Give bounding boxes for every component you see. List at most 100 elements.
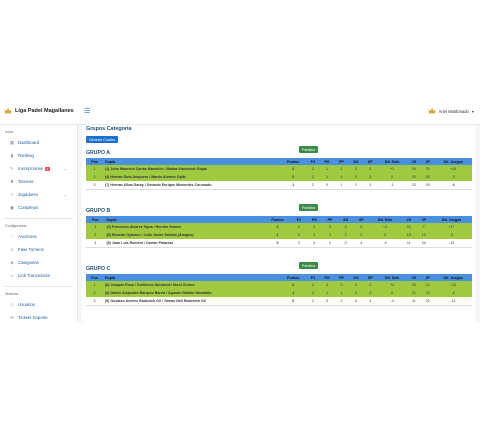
- column-header[interactable]: Dupla: [102, 274, 281, 281]
- sidebar: Inicio ▦ Dashboard ▮ Ranking ✎ Inscripciones 4 ⌄…: [0, 125, 78, 322]
- table-cell-pg: 0: [306, 239, 323, 248]
- table-cell-pj: 2: [306, 173, 320, 181]
- brand[interactable]: Liga Padel Magallanes: [4, 107, 74, 115]
- table-row: 3 (7) Hernan Ulloa Garay / Gerardo Enriqu…: [86, 181, 472, 190]
- table-cell-dupla: (3) Daniel Alejandro Barquez Barria / Ag…: [102, 289, 281, 297]
- chevron-down-icon: ▾: [471, 108, 474, 114]
- table-cell-puntos: 2: [263, 223, 292, 231]
- table-cell-sg: 2: [348, 289, 364, 297]
- column-header[interactable]: JG: [406, 274, 421, 281]
- sidebar-item-ascensos[interactable]: ↑ Ascensos: [0, 230, 77, 243]
- page-title: Grupos Categoria: [86, 126, 132, 132]
- table-cell-dj: -2: [434, 289, 472, 297]
- column-header[interactable]: JP: [420, 158, 435, 165]
- column-header[interactable]: JG: [401, 216, 417, 223]
- column-header[interactable]: Dupla: [104, 216, 264, 223]
- column-header[interactable]: PG: [319, 158, 335, 165]
- sidebar-item-usuarios[interactable]: ☺ Usuarios: [0, 298, 77, 311]
- table-cell-pj: 2: [306, 181, 320, 190]
- column-header[interactable]: Pos: [86, 274, 103, 281]
- column-header[interactable]: Pos: [86, 158, 103, 165]
- column-header[interactable]: Puntos: [280, 158, 307, 165]
- chevron-down-icon: ⌄: [63, 192, 67, 197]
- sidebar-item-ranking[interactable]: ▮ Ranking: [0, 149, 77, 162]
- column-header[interactable]: SG: [337, 216, 354, 223]
- column-header[interactable]: PP: [334, 274, 349, 281]
- generate-bracket-button[interactable]: Generar Cuadro: [86, 136, 118, 143]
- column-header[interactable]: SG: [348, 274, 364, 281]
- table-cell-pj: 2: [291, 239, 307, 248]
- table-cell-pg: 0: [319, 181, 335, 190]
- matches-button[interactable]: Partidos: [299, 146, 319, 153]
- sidebar-item-tickets-soporte[interactable]: ✉ Tickets Soporte: [0, 311, 77, 324]
- column-header[interactable]: PG: [319, 274, 335, 281]
- table-cell-sp: 4: [353, 239, 370, 248]
- user-menu[interactable]: Ariel Maldonado ▾: [428, 107, 474, 115]
- column-header[interactable]: PJ: [306, 274, 320, 281]
- group-title: GRUPO C: [86, 266, 111, 272]
- column-header[interactable]: Dif. Sets: [377, 158, 407, 165]
- column-header[interactable]: Puntos: [280, 274, 307, 281]
- column-header[interactable]: SG: [348, 158, 364, 165]
- column-header[interactable]: Dupla: [102, 158, 281, 165]
- sidebar-item-inscripciones[interactable]: ✎ Inscripciones 4 ⌄: [0, 162, 77, 175]
- column-header[interactable]: Dif. Juegos: [431, 216, 472, 223]
- table-cell-jg: 11: [401, 239, 417, 248]
- column-header[interactable]: Puntos: [263, 216, 292, 223]
- sidebar-item-torneos[interactable]: ♜ Torneos: [0, 175, 77, 188]
- matches-button[interactable]: Partidos: [299, 262, 319, 269]
- column-header[interactable]: PP: [322, 216, 338, 223]
- matches-button[interactable]: Partidos: [299, 204, 319, 211]
- table-cell-pg: 1: [319, 165, 335, 173]
- sidebar-item-dashboard[interactable]: ▦ Dashboard: [0, 136, 77, 149]
- table-cell-dupla: (7) Hernan Ulloa Garay / Gerardo Enrique…: [102, 181, 281, 190]
- column-header[interactable]: JP: [420, 274, 435, 281]
- sidebar-item-categorias[interactable]: ◈ Categorias: [0, 256, 77, 269]
- table-cell-jg: 21: [406, 289, 421, 297]
- column-header[interactable]: PJ: [291, 216, 307, 223]
- sidebar-item-label: Dashboard: [18, 140, 40, 145]
- sidebar-item-label: Usuarios: [18, 302, 35, 307]
- column-header[interactable]: SP: [353, 216, 370, 223]
- column-header[interactable]: Dif. Sets: [377, 274, 407, 281]
- table-cell-sg: 2: [337, 231, 354, 239]
- sidebar-item-complejos[interactable]: ▣ Complejos: [0, 201, 77, 214]
- menu-toggle-icon[interactable]: ☰: [84, 108, 91, 115]
- column-header[interactable]: SP: [363, 158, 378, 165]
- column-header[interactable]: Dif. Juegos: [434, 274, 472, 281]
- table-header-row: Pos Dupla Puntos PJ PG PP SG SP Dif. Sets JG JP Dif…: [86, 216, 472, 223]
- sidebar-divider: [4, 286, 73, 287]
- sidebar-item-fase-torneos[interactable]: ≡ Fase Torneos: [0, 243, 77, 256]
- table-cell-pos: 1: [86, 165, 103, 173]
- table-cell-pp: 1: [334, 173, 349, 181]
- inscriptions-icon: ✎: [10, 165, 14, 171]
- user-avatar-icon: [428, 107, 435, 114]
- sidebar-item-jugadores[interactable]: ☺ Jugadores ⌄: [0, 188, 77, 201]
- table-cell-sg: 3: [348, 165, 364, 173]
- sidebar-item-link-transmisi-n[interactable]: ∞ Link Transmisión: [0, 269, 77, 282]
- table-cell-sp: 3: [363, 181, 378, 190]
- column-header[interactable]: Dif. Sets: [369, 216, 402, 223]
- column-header[interactable]: PP: [334, 158, 349, 165]
- table-cell-jg: 24: [401, 223, 417, 231]
- column-header[interactable]: JG: [406, 158, 421, 165]
- table-cell-sp: 0: [353, 223, 370, 231]
- table-cell-pos: 3: [86, 297, 103, 306]
- sidebar-item-label: Tickets Soporte: [18, 315, 48, 320]
- table-cell-sp: 0: [363, 281, 378, 289]
- table-cell-sp: 2: [363, 165, 378, 173]
- column-header[interactable]: SP: [363, 274, 378, 281]
- table-cell-pg: 1: [319, 289, 335, 297]
- table-cell-ds: 0: [369, 231, 402, 239]
- column-header[interactable]: Dif. Juegos: [434, 158, 472, 165]
- table-cell-pg: 0: [319, 297, 335, 306]
- table-cell-dj: +17: [431, 223, 472, 231]
- user-icon: ☺: [9, 302, 15, 307]
- column-header[interactable]: JP: [416, 216, 432, 223]
- column-header[interactable]: PJ: [306, 158, 320, 165]
- table-cell-pp: 1: [334, 181, 349, 190]
- table-cell-dj: -2: [434, 173, 472, 181]
- column-header[interactable]: Pos: [86, 216, 105, 223]
- column-header[interactable]: PG: [306, 216, 323, 223]
- table-cell-pp: 0: [334, 281, 349, 289]
